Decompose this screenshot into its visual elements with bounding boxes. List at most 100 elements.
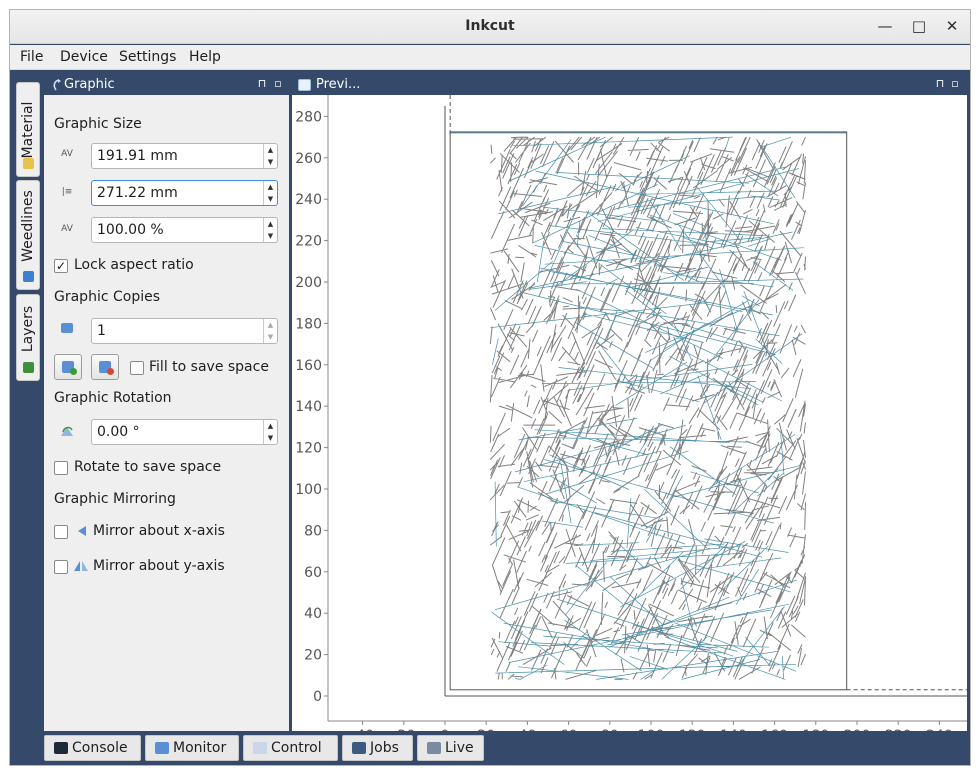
side-tab-weedlines[interactable]: Weedlines: [16, 180, 40, 290]
monitor-icon: [155, 742, 169, 754]
tab-label: Live: [445, 740, 474, 756]
height-stepper[interactable]: ▲ ▼: [263, 181, 277, 205]
decrement-icon[interactable]: ▼: [264, 230, 277, 242]
decrement-icon[interactable]: ▼: [264, 331, 277, 343]
mirror-y-label: Mirror about y-axis: [93, 558, 225, 574]
tab-label: Monitor: [173, 740, 227, 756]
weedlines-icon: [23, 271, 34, 282]
x-tick-label: -20: [392, 728, 415, 731]
rotation-icon: [58, 424, 76, 440]
y-tick-label: 20: [304, 648, 322, 664]
height-icon: |≡: [61, 187, 73, 197]
width-icon: AV: [61, 149, 73, 159]
x-tick-label: 240: [926, 728, 953, 731]
increment-icon[interactable]: ▲: [264, 319, 277, 331]
preview-plot[interactable]: -40 -20 0 20 40 60 80 100 120 140 160 180 200 220 240 0…: [292, 95, 967, 731]
x-tick-label: 20: [477, 728, 495, 731]
preview-panel: Previ... ⊓ ▫ -40 -20 0 20 40 60 80 100 120 140 160…: [292, 75, 967, 731]
y-tick-label: 200: [295, 275, 322, 291]
pin-icon[interactable]: ⊓: [933, 77, 947, 91]
tab-jobs[interactable]: Jobs: [342, 735, 413, 761]
y-tick-label: 260: [295, 151, 322, 167]
decrement-icon[interactable]: ▼: [264, 432, 277, 444]
x-tick-label: 60: [560, 728, 578, 731]
menu-settings[interactable]: Settings: [119, 49, 176, 65]
rotate-space-label: Rotate to save space: [74, 459, 222, 475]
graphic-panel: Graphic ⊓ ▫ Graphic Size AV ▲ ▼ |≡ ▲ ▼ A…: [44, 75, 289, 731]
rotation-input[interactable]: [97, 423, 257, 441]
graphic-panel-title: Graphic: [64, 77, 115, 92]
x-tick-label: 160: [761, 728, 788, 731]
scale-spinbox[interactable]: ▲ ▼: [91, 217, 278, 243]
jobs-icon: [352, 742, 366, 754]
side-tab-material[interactable]: Material: [16, 82, 40, 177]
scale-stepper[interactable]: ▲ ▼: [263, 218, 277, 242]
side-tab-layers[interactable]: Layers: [16, 294, 40, 381]
minimize-icon[interactable]: —: [873, 15, 897, 39]
y-tick-label: 120: [295, 441, 322, 457]
close-icon[interactable]: ✕: [940, 15, 964, 39]
tab-console[interactable]: Console: [44, 735, 141, 761]
copies-stepper[interactable]: ▲ ▼: [263, 319, 277, 343]
rotate-space-checkbox[interactable]: [54, 461, 68, 475]
menu-file[interactable]: File: [20, 49, 43, 65]
printer-icon: [427, 742, 441, 754]
x-tick-label: 80: [601, 728, 619, 731]
increment-icon[interactable]: ▲: [264, 218, 277, 230]
y-tick-label: 0: [313, 689, 322, 705]
side-tab-label: Layers: [20, 305, 36, 353]
scale-input[interactable]: [97, 221, 257, 239]
mirror-x-checkbox[interactable]: [54, 525, 68, 539]
y-tick-label: 240: [295, 192, 322, 208]
x-tick-label: 120: [679, 728, 706, 731]
copies-spinbox[interactable]: ▲ ▼: [91, 318, 278, 344]
width-spinbox[interactable]: ▲ ▼: [91, 143, 278, 169]
y-tick-label: 100: [295, 482, 322, 498]
menu-device[interactable]: Device: [60, 49, 108, 65]
menu-bar: File Device Settings Help: [10, 45, 970, 70]
bottom-dock-tabs: Console Monitor Control Jobs Live: [44, 735, 967, 763]
pin-icon[interactable]: ⊓: [255, 77, 269, 91]
x-tick-label: 100: [638, 728, 665, 731]
control-icon: [253, 742, 267, 754]
menu-help[interactable]: Help: [189, 49, 221, 65]
width-stepper[interactable]: ▲ ▼: [263, 144, 277, 168]
decrement-icon[interactable]: ▼: [264, 193, 277, 205]
maximize-icon[interactable]: □: [907, 15, 931, 39]
console-icon: [54, 742, 68, 754]
add-copy-button[interactable]: [54, 354, 82, 380]
remove-copy-button[interactable]: [91, 354, 119, 380]
fill-space-label: Fill to save space: [149, 359, 269, 375]
copies-input[interactable]: [97, 322, 257, 340]
mirror-y-checkbox[interactable]: [54, 560, 68, 574]
fill-space-checkbox[interactable]: [130, 361, 144, 375]
mirror-x-label: Mirror about x-axis: [93, 523, 225, 539]
width-input[interactable]: [97, 147, 257, 165]
rotation-stepper[interactable]: ▲ ▼: [263, 420, 277, 444]
tab-control[interactable]: Control: [243, 735, 338, 761]
height-spinbox[interactable]: ▲ ▼: [91, 180, 278, 206]
tab-label: Control: [271, 740, 322, 756]
graphic-copies-heading: Graphic Copies: [54, 289, 161, 305]
height-input[interactable]: [97, 184, 257, 202]
tab-live[interactable]: Live: [417, 735, 484, 761]
float-icon[interactable]: ▫: [271, 77, 285, 91]
rotation-spinbox[interactable]: ▲ ▼: [91, 419, 278, 445]
material-icon: [23, 158, 34, 169]
tab-label: Console: [72, 740, 128, 756]
increment-icon[interactable]: ▲: [264, 181, 277, 193]
app-window: Inkcut — □ ✕ File Device Settings Help M…: [9, 9, 971, 766]
preview-panel-title: Previ...: [316, 77, 361, 92]
increment-icon[interactable]: ▲: [264, 420, 277, 432]
graphic-mirroring-heading: Graphic Mirroring: [54, 491, 176, 507]
preview-panel-title-bar: Previ... ⊓ ▫: [292, 75, 967, 95]
tab-monitor[interactable]: Monitor: [145, 735, 239, 761]
increment-icon[interactable]: ▲: [264, 144, 277, 156]
graphic-panel-title-bar: Graphic ⊓ ▫: [44, 75, 289, 95]
decrement-icon[interactable]: ▼: [264, 156, 277, 168]
x-tick-label: 200: [844, 728, 871, 731]
x-tick-label: -40: [351, 728, 374, 731]
float-icon[interactable]: ▫: [948, 77, 962, 91]
y-tick-label: 60: [304, 565, 322, 581]
lock-aspect-checkbox[interactable]: ✓: [54, 259, 68, 273]
